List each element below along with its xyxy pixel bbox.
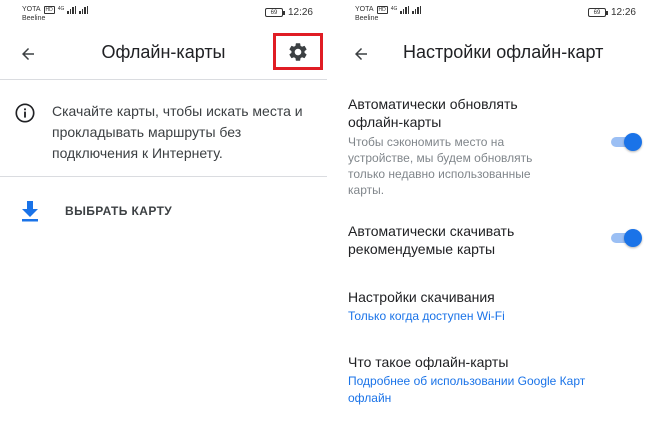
select-map-label: ВЫБРАТЬ КАРТУ xyxy=(65,204,173,218)
back-arrow-icon xyxy=(355,48,367,60)
download-settings-item[interactable]: Настройки скачивания Только когда доступ… xyxy=(348,288,628,325)
auto-download-title: Автоматически скачивать рекомендуемые ка… xyxy=(348,223,515,257)
offline-maps-settings-screen: YOTA HD 4G Beeline 69 12:26 Настройки оф… xyxy=(333,0,650,441)
auto-update-description: Чтобы сэкономить место на устройстве, мы… xyxy=(348,135,533,197)
info-icon xyxy=(15,103,35,123)
clock: 12:26 xyxy=(610,7,636,18)
signal-icon xyxy=(67,5,77,14)
carrier-info: YOTA HD 4G Beeline xyxy=(22,5,89,23)
what-is-offline-maps-item[interactable]: Что такое офлайн-карты Подробнее об испо… xyxy=(348,353,628,407)
divider xyxy=(0,79,327,80)
divider xyxy=(0,176,327,177)
status-right: 69 12:26 xyxy=(264,7,313,18)
page-title: Настройки офлайн-карт xyxy=(403,42,604,62)
select-map-button[interactable]: ВЫБРАТЬ КАРТУ xyxy=(20,200,172,222)
info-block: Скачайте карты, чтобы искать места и про… xyxy=(14,101,319,164)
what-is-link[interactable]: Подробнее об использовании Google Карт о… xyxy=(348,373,628,407)
carrier-name-top: YOTA xyxy=(22,6,41,13)
auto-download-setting[interactable]: Автоматически скачивать рекомендуемые ка… xyxy=(348,222,548,258)
settings-button[interactable] xyxy=(273,33,323,70)
auto-update-toggle[interactable] xyxy=(608,133,642,151)
clock: 12:26 xyxy=(287,7,313,18)
app-bar: Настройки офлайн-карт xyxy=(333,28,650,78)
download-settings-value: Только когда доступен Wi-Fi xyxy=(348,309,505,323)
network-type: 4G xyxy=(390,6,398,12)
status-bar: YOTA HD 4G Beeline 69 12:26 xyxy=(333,0,650,28)
signal-icon xyxy=(412,5,422,14)
battery-icon: 69 xyxy=(587,8,608,17)
app-bar: Офлайн-карты xyxy=(0,28,327,78)
network-badge: HD xyxy=(43,5,55,14)
signal-icon xyxy=(400,5,410,14)
what-is-title: Что такое офлайн-карты xyxy=(348,354,509,370)
offline-maps-screen: YOTA HD 4G Beeline 69 12:26 Офлайн-карты… xyxy=(0,0,327,441)
info-text: Скачайте карты, чтобы искать места и про… xyxy=(52,103,303,161)
carrier-name-top: YOTA xyxy=(355,6,374,13)
status-bar: YOTA HD 4G Beeline 69 12:26 xyxy=(0,0,327,28)
battery-icon: 69 xyxy=(264,8,285,17)
network-badge: HD xyxy=(376,5,388,14)
auto-update-setting[interactable]: Автоматически обновлять офлайн-карты Что… xyxy=(348,95,558,198)
status-right: 69 12:26 xyxy=(587,7,636,18)
download-settings-title: Настройки скачивания xyxy=(348,289,495,305)
download-icon xyxy=(22,201,38,222)
auto-update-title: Автоматически обновлять офлайн-карты xyxy=(348,96,518,130)
gear-icon xyxy=(289,42,307,61)
auto-download-toggle[interactable] xyxy=(608,229,642,247)
carrier-info: YOTA HD 4G Beeline xyxy=(355,5,422,23)
carrier-name-bottom: Beeline xyxy=(355,15,379,22)
network-type: 4G xyxy=(57,6,65,12)
carrier-name-bottom: Beeline xyxy=(22,15,46,22)
back-button[interactable] xyxy=(347,40,375,68)
signal-icon xyxy=(79,5,89,14)
